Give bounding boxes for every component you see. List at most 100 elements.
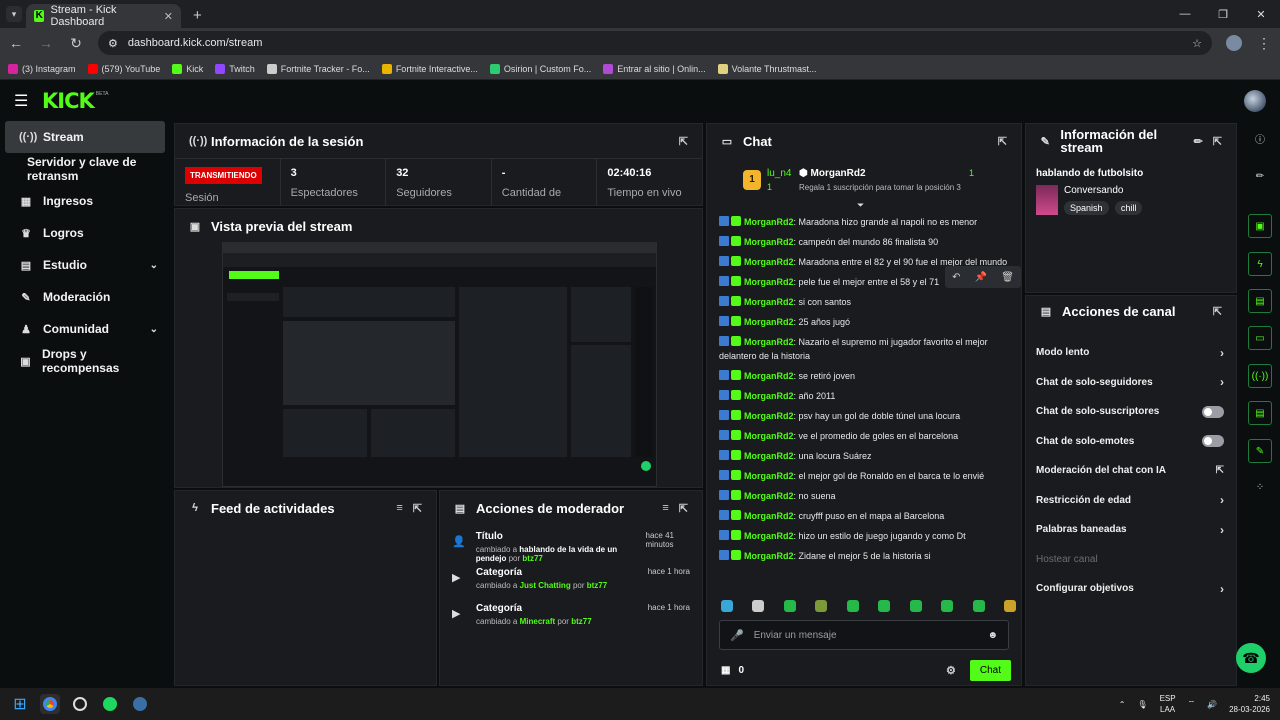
chat-username[interactable]: MorganRd2 [744, 297, 794, 307]
emote-icon[interactable] [909, 600, 922, 612]
document-icon[interactable]: ▤ [1248, 289, 1272, 313]
chat-username[interactable]: MorganRd2 [744, 391, 794, 401]
emote-icon[interactable] [846, 600, 859, 612]
close-tab-icon[interactable]: ✕ [164, 10, 173, 23]
mic-icon[interactable]: 🎤 [730, 629, 744, 642]
channel-action-item[interactable]: Chat de solo-emotes [1026, 427, 1236, 457]
popout-icon[interactable]: ⇱ [998, 135, 1007, 148]
restore-icon[interactable]: ❐ [1204, 8, 1242, 21]
chat-message[interactable]: MorganRd2: si con santos [719, 292, 1009, 312]
bookmark-item[interactable]: (3) Instagram [8, 63, 76, 74]
pin-icon[interactable]: 📌 [975, 272, 987, 283]
chat-username[interactable]: MorganRd2 [744, 317, 794, 327]
emote-icon[interactable] [783, 600, 796, 612]
edit-icon[interactable]: ✏ [1194, 135, 1203, 148]
bolt-icon[interactable]: ϟ [1248, 252, 1272, 276]
emote-icon[interactable] [941, 600, 954, 612]
bookmark-item[interactable]: Entrar al sitio | Onlin... [603, 63, 706, 74]
wrench-icon[interactable]: ✎ [1248, 439, 1272, 463]
chat-username[interactable]: MorganRd2 [744, 257, 794, 267]
scroll-down-icon[interactable]: ⏷ [857, 200, 864, 211]
focus-icon[interactable]: ▣ [1248, 214, 1272, 238]
reply-icon[interactable]: ↶ [952, 272, 960, 283]
apps-icon[interactable]: ⁘ [1248, 476, 1272, 500]
chat-username[interactable]: MorganRd2 [744, 411, 794, 421]
channel-icon[interactable]: ▤ [1248, 401, 1272, 425]
help-support-icon[interactable]: ☎ [1236, 643, 1266, 673]
sidebar-item-server-key[interactable]: Servidor y clave de retransm [5, 153, 172, 185]
browser-tab[interactable]: K Stream - Kick Dashboard ✕ [26, 4, 181, 28]
mic-icon[interactable]: 🎙 [1137, 700, 1147, 709]
channel-action-item[interactable]: Modo lento › [1026, 338, 1236, 368]
info-icon[interactable]: ⓘ [1248, 129, 1272, 153]
chat-message[interactable]: MorganRd2: psv hay un gol de doble túnel… [719, 406, 1009, 426]
minimize-icon[interactable]: — [1166, 8, 1204, 20]
channel-action-item[interactable]: Restricción de edad › [1026, 486, 1236, 516]
chat-username[interactable]: MorganRd2 [744, 431, 794, 441]
chat-message[interactable]: MorganRd2: ve el promedio de goles en el… [719, 426, 1009, 446]
emote-icon[interactable] [1003, 600, 1016, 612]
stream-preview-video[interactable] [222, 242, 657, 487]
popout-icon[interactable]: ⇱ [679, 135, 688, 148]
sidebar-item-moderation[interactable]: ✎ Moderación [5, 281, 172, 313]
chat-username[interactable]: MorganRd2 [744, 217, 794, 227]
chat-message[interactable]: MorganRd2: no suena [719, 486, 1009, 506]
sidebar-item-studio[interactable]: ▤ Estudio ⌄ [5, 249, 172, 281]
browser-profile-icon[interactable] [1226, 35, 1242, 51]
chat-username[interactable]: MorganRd2 [744, 491, 794, 501]
sidebar-item-drops[interactable]: ▣ Drops y recompensas [5, 345, 172, 377]
chat-message[interactable]: MorganRd2: una locura Suárez [719, 446, 1009, 466]
close-window-icon[interactable]: ✕ [1242, 8, 1280, 21]
broadcast-icon[interactable]: ((·)) [1248, 364, 1272, 388]
back-icon[interactable]: ← [8, 35, 24, 51]
chrome-icon[interactable] [40, 694, 60, 714]
steam-icon[interactable] [130, 694, 150, 714]
emoji-icon[interactable]: ☻ [987, 630, 998, 641]
delete-icon[interactable]: 🗑 [1001, 272, 1014, 283]
chat-username[interactable]: MorganRd2 [744, 277, 794, 287]
bookmark-item[interactable]: Fortnite Interactive... [381, 63, 478, 74]
chat-message[interactable]: MorganRd2: Maradona hizo grande al napol… [719, 212, 1009, 232]
emote-icon[interactable] [815, 600, 828, 612]
filter-icon[interactable]: ≡ [662, 502, 668, 514]
bookmark-item[interactable]: Volante Thrustmast... [717, 63, 816, 74]
chat-message[interactable]: MorganRd2: Nazario el supremo mi jugador… [719, 332, 1009, 366]
chat-username[interactable]: MorganRd2 [744, 371, 794, 381]
pinned-user[interactable]: ⬢ MorganRd2 [799, 168, 866, 179]
gear-icon[interactable]: ⚙ [946, 664, 956, 677]
sidebar-item-achievements[interactable]: ♛ Logros [5, 217, 172, 249]
edit-icon[interactable]: ✏ [1248, 165, 1272, 189]
chat-username[interactable]: MorganRd2 [744, 451, 794, 461]
channel-action-item[interactable]: Palabras baneadas › [1026, 515, 1236, 545]
channel-action-item[interactable]: Chat de solo-suscriptores [1026, 397, 1236, 427]
chat-username[interactable]: MorganRd2 [744, 551, 794, 561]
chat-username[interactable]: MorganRd2 [744, 531, 794, 541]
emote-icon[interactable] [972, 600, 985, 612]
chat-message[interactable]: MorganRd2: 25 años jugó [719, 312, 1009, 332]
emote-icon[interactable] [878, 600, 891, 612]
points-icon[interactable]: ▦ [721, 665, 730, 676]
popout-icon[interactable]: ⇱ [413, 502, 422, 515]
kick-logo[interactable]: KICK [42, 89, 95, 113]
send-chat-button[interactable]: Chat [969, 659, 1011, 681]
toggle-switch[interactable] [1202, 405, 1224, 418]
bookmark-item[interactable]: Twitch [215, 63, 255, 74]
popout-icon[interactable]: ⇱ [1213, 305, 1222, 318]
channel-action-item[interactable]: Chat de solo-seguidores › [1026, 368, 1236, 398]
browser-menu-icon[interactable]: ⋮ [1256, 35, 1272, 52]
chat-message[interactable]: MorganRd2: hizo un estilo de juego jugan… [719, 526, 1009, 546]
tray-expand-icon[interactable]: ⌃ [1119, 700, 1126, 709]
volume-icon[interactable]: 🔊 [1207, 700, 1217, 709]
chat-username[interactable]: MorganRd2 [744, 237, 794, 247]
channel-action-item[interactable]: Moderación del chat con IA ⇱ [1026, 456, 1236, 486]
chat-message[interactable]: MorganRd2: se retiró joven [719, 366, 1009, 386]
chat-username[interactable]: MorganRd2 [744, 337, 794, 347]
bookmark-item[interactable]: Osirion | Custom Fo... [489, 63, 591, 74]
chat-icon[interactable]: ▭ [1248, 326, 1272, 350]
spotify-icon[interactable] [100, 694, 120, 714]
tab-search-icon[interactable]: ▾ [6, 6, 22, 22]
sidebar-item-stream[interactable]: ((·)) Stream [5, 121, 165, 153]
wifi-icon[interactable]: ⌔ [1188, 699, 1196, 709]
clock[interactable]: 2:45 28-03-2026 [1229, 693, 1270, 715]
toggle-switch[interactable] [1202, 435, 1224, 448]
